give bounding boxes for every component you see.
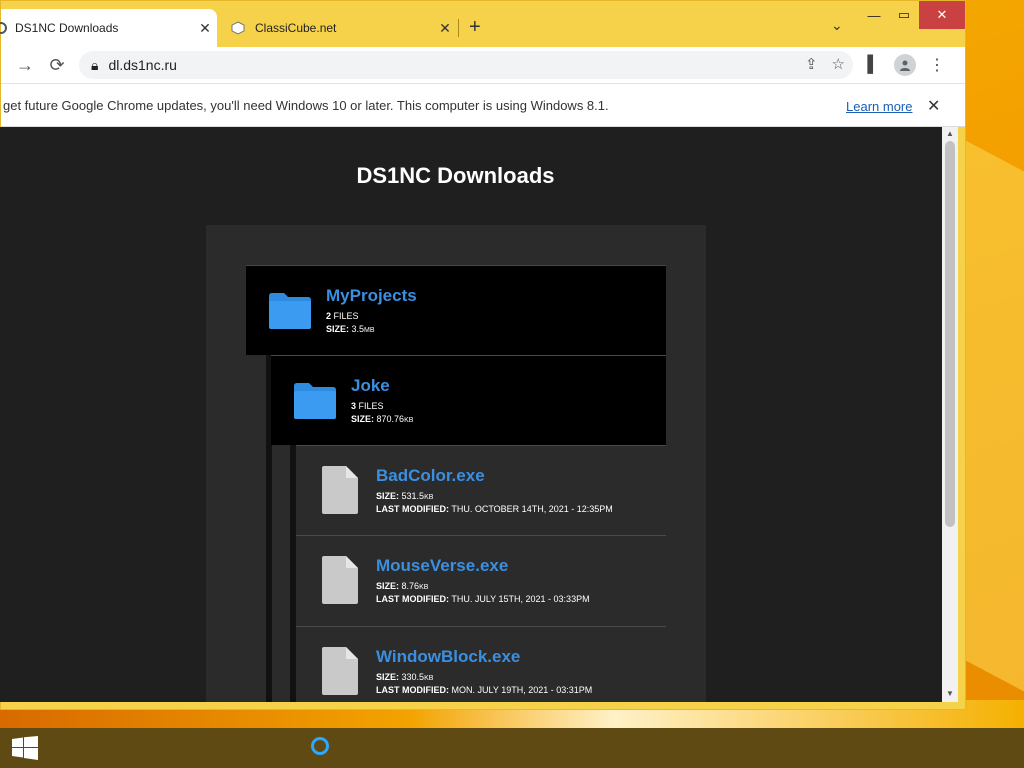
- infobar-message: get future Google Chrome updates, you'll…: [3, 97, 609, 113]
- file-name[interactable]: WindowBlock.exe: [376, 647, 520, 667]
- new-tab-button[interactable]: +: [469, 17, 481, 37]
- file-icon: [322, 466, 358, 514]
- folder-icon: [269, 293, 311, 329]
- file-size: SIZE: 531.5KB: [376, 491, 434, 501]
- lock-icon: 🔒︎: [91, 56, 99, 73]
- profile-button[interactable]: [893, 53, 917, 77]
- downloads-panel: MyProjects 2 FILES SIZE: 3.5MB Joke 3 FI…: [206, 225, 706, 702]
- close-icon[interactable]: ✕: [927, 96, 940, 116]
- file-count: 2 FILES: [326, 311, 359, 321]
- scroll-thumb[interactable]: [945, 141, 955, 527]
- folder-size: SIZE: 870.76KB: [351, 414, 414, 424]
- close-icon[interactable]: ✕: [433, 20, 457, 37]
- close-icon[interactable]: ✕: [193, 20, 217, 37]
- window-close-button[interactable]: ✕: [919, 1, 965, 29]
- file-size: SIZE: 330.5KB: [376, 672, 434, 682]
- folder-row[interactable]: Joke 3 FILES SIZE: 870.76KB: [271, 355, 666, 445]
- folder-row[interactable]: MyProjects 2 FILES SIZE: 3.5MB: [246, 265, 666, 355]
- tab-title: ClassiCube.net: [255, 21, 337, 35]
- classicube-favicon-icon: [231, 21, 245, 35]
- tab-classicube[interactable]: ClassiCube.net ✕: [219, 9, 457, 47]
- taskbar: [0, 728, 1024, 768]
- windows-start-icon[interactable]: [12, 736, 38, 760]
- menu-icon[interactable]: ⋮: [925, 53, 949, 77]
- tab-strip: DS1NC Downloads ✕ ClassiCube.net ✕ + ⌄ —…: [0, 1, 965, 47]
- file-icon: [322, 647, 358, 695]
- minimize-button[interactable]: —: [859, 1, 889, 29]
- star-icon[interactable]: ☆: [832, 55, 845, 73]
- file-modified: LAST MODIFIED: MON. JULY 19TH, 2021 - 03…: [376, 685, 593, 695]
- profile-icon: [894, 54, 916, 76]
- file-count: 3 FILES: [351, 401, 384, 411]
- share-icon[interactable]: ⇪: [805, 55, 818, 73]
- page-title: DS1NC Downloads: [356, 163, 555, 188]
- file-size: SIZE: 8.76KB: [376, 581, 429, 591]
- page-favicon-icon: [0, 22, 7, 34]
- file-modified: LAST MODIFIED: THU. JULY 15TH, 2021 - 03…: [376, 594, 590, 604]
- folder-icon: [294, 383, 336, 419]
- page-scrollbar[interactable]: ▲ ▼: [942, 127, 958, 702]
- folder-name[interactable]: Joke: [351, 376, 390, 396]
- maximize-button[interactable]: ▭: [889, 1, 919, 29]
- file-row[interactable]: WindowBlock.exe SIZE: 330.5KB LAST MODIF…: [296, 626, 666, 702]
- tab-title: DS1NC Downloads: [15, 21, 119, 35]
- cortana-icon[interactable]: [311, 737, 329, 755]
- tab-separator: [458, 19, 459, 37]
- forward-arrow-icon[interactable]: →: [13, 53, 37, 77]
- browser-toolbar: → ⟳ 🔒︎ dl.ds1nc.ru ⇪ ☆ ▌ ⋮: [1, 47, 965, 83]
- tab-search-chevron-icon[interactable]: ⌄: [831, 17, 843, 34]
- address-bar[interactable]: 🔒︎ dl.ds1nc.ru ⇪ ☆: [79, 51, 853, 79]
- learn-more-link[interactable]: Learn more: [846, 99, 912, 114]
- sidepanel-icon[interactable]: ▌: [861, 53, 885, 77]
- tab-ds1nc-downloads[interactable]: DS1NC Downloads ✕: [0, 9, 217, 47]
- update-infobar: get future Google Chrome updates, you'll…: [1, 83, 965, 127]
- url-text: dl.ds1nc.ru: [108, 57, 177, 73]
- scroll-up-arrow-icon[interactable]: ▲: [946, 129, 954, 138]
- file-name[interactable]: MouseVerse.exe: [376, 556, 508, 576]
- page-content: DS1NC Downloads MyProjects 2 FILES SIZE:…: [0, 127, 942, 702]
- file-icon: [322, 556, 358, 604]
- wallpaper-stripe: [960, 137, 1024, 743]
- file-row[interactable]: BadColor.exe SIZE: 531.5KB LAST MODIFIED…: [296, 445, 666, 535]
- folder-name[interactable]: MyProjects: [326, 286, 417, 306]
- file-row[interactable]: MouseVerse.exe SIZE: 8.76KB LAST MODIFIE…: [296, 535, 666, 625]
- folder-size: SIZE: 3.5MB: [326, 324, 375, 334]
- reload-icon[interactable]: ⟳: [45, 53, 69, 77]
- scroll-down-arrow-icon[interactable]: ▼: [946, 689, 954, 698]
- file-modified: LAST MODIFIED: THU. OCTOBER 14TH, 2021 -…: [376, 504, 613, 514]
- file-name[interactable]: BadColor.exe: [376, 466, 485, 486]
